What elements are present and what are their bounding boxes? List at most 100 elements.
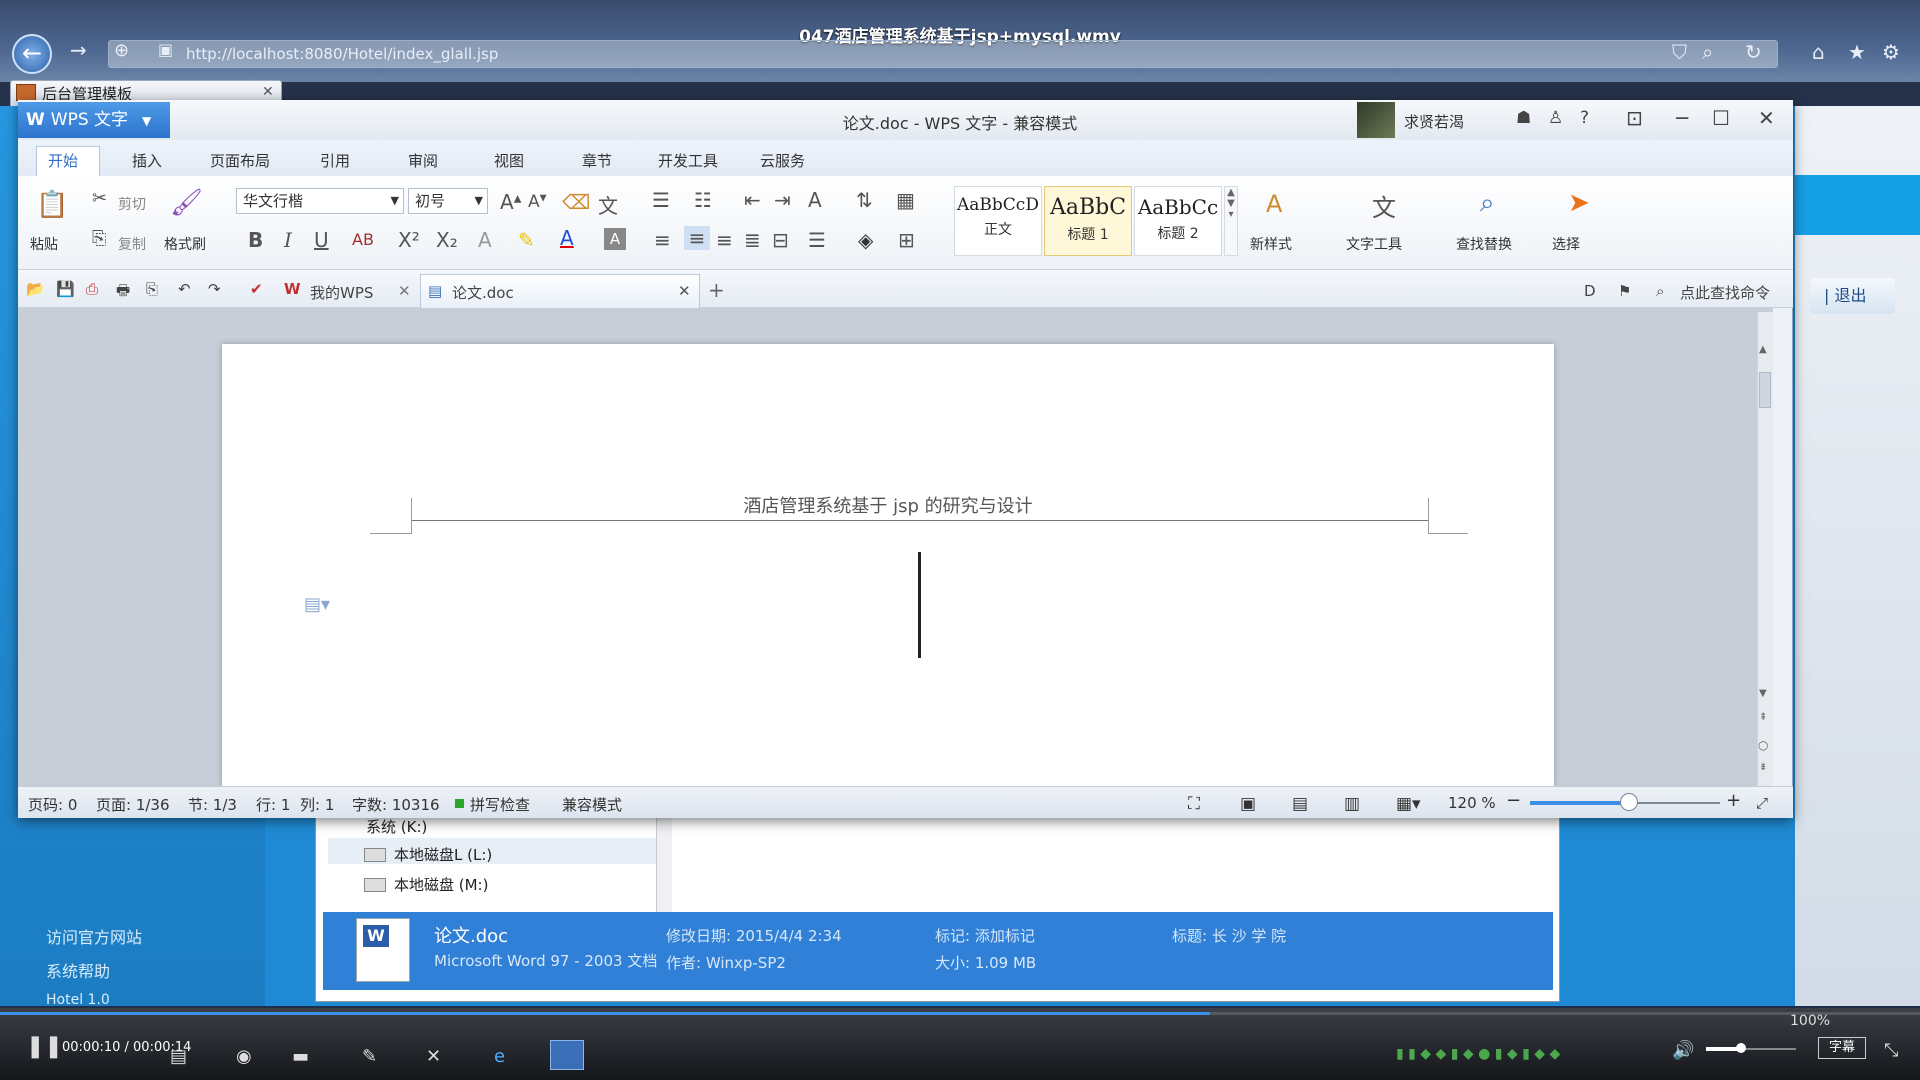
taskbar-folder-icon[interactable]: ▬: [292, 1046, 309, 1067]
tab-references[interactable]: 引用: [320, 150, 350, 171]
exit-fullscreen-icon[interactable]: ⤡: [1884, 1040, 1898, 1061]
open-icon[interactable]: 📂: [26, 280, 45, 298]
subtitle-button[interactable]: 字幕: [1818, 1037, 1866, 1059]
page-view-icon[interactable]: ▣: [1240, 794, 1256, 814]
scissors-icon[interactable]: ✂: [92, 188, 107, 209]
font-size-select[interactable]: 初号 ▼: [408, 188, 488, 214]
status-pages[interactable]: 页面: 1/36: [96, 794, 170, 815]
tab-review[interactable]: 审阅: [408, 150, 438, 171]
fullscreen-view-icon[interactable]: ⛶: [1188, 794, 1200, 814]
save-icon[interactable]: 💾: [56, 280, 75, 298]
volume-handle[interactable]: [1736, 1043, 1746, 1053]
reading-view-icon[interactable]: ▦▾: [1396, 794, 1421, 814]
style-normal[interactable]: AaBbCcD 正文: [954, 186, 1042, 256]
underline-icon[interactable]: U: [314, 228, 329, 252]
shield-icon[interactable]: ⛉: [1672, 40, 1687, 64]
search-icon[interactable]: ⌕: [1656, 282, 1664, 300]
taskbar-app-icon[interactable]: ✕: [426, 1046, 441, 1067]
close-icon[interactable]: ✕: [398, 282, 411, 300]
decrease-indent-icon[interactable]: ⇤: [744, 188, 761, 212]
browse-object-icon[interactable]: ○: [1758, 738, 1768, 752]
strikethrough-icon[interactable]: AB: [352, 230, 374, 249]
print-icon[interactable]: 🖶: [116, 280, 130, 305]
justify-icon[interactable]: ≣: [744, 228, 761, 252]
redo-icon[interactable]: ↷: [208, 280, 221, 298]
pause-icon[interactable]: ❚❚: [26, 1034, 63, 1059]
flag-icon[interactable]: ⚑: [1618, 282, 1631, 300]
add-tab-icon[interactable]: +: [708, 278, 725, 302]
forward-icon[interactable]: →: [70, 38, 87, 62]
font-color-icon[interactable]: A: [560, 226, 574, 250]
align-left-icon[interactable]: ≡: [654, 228, 671, 252]
phonetic-icon[interactable]: 文: [598, 190, 618, 219]
shrink-font-icon[interactable]: A▼: [528, 192, 547, 212]
user-name[interactable]: 求贤若渴: [1404, 111, 1464, 132]
text-tools-icon[interactable]: 文: [1372, 188, 1396, 223]
copy-button[interactable]: 复制: [118, 234, 146, 254]
highlight-icon[interactable]: ✎: [518, 228, 535, 252]
tab-view[interactable]: 视图: [494, 150, 524, 171]
find-replace-button[interactable]: 查找替换: [1456, 234, 1512, 254]
avatar[interactable]: [1357, 102, 1395, 138]
fit-window-icon[interactable]: ⤢: [1756, 794, 1768, 812]
text-effect-icon[interactable]: A: [478, 228, 492, 252]
volume-icon[interactable]: 🔊: [1672, 1040, 1694, 1061]
zoom-slider-handle[interactable]: [1620, 793, 1638, 811]
line-spacing-icon[interactable]: ☰: [808, 228, 826, 252]
preview-icon[interactable]: ⎘: [146, 280, 158, 298]
copy-icon[interactable]: ⎘: [92, 228, 106, 249]
paste-button[interactable]: 粘贴: [30, 234, 58, 254]
brush-icon[interactable]: 🖌: [170, 188, 203, 218]
paste-options-icon[interactable]: ▤▾: [304, 594, 330, 615]
prev-page-icon[interactable]: ⇞: [1759, 712, 1767, 723]
tab-chapter[interactable]: 章节: [582, 150, 612, 171]
font-name-select[interactable]: 华文行楷 ▼: [236, 188, 404, 214]
align-center-icon[interactable]: ≡: [684, 226, 710, 250]
find-replace-icon[interactable]: ⌕: [1480, 188, 1495, 219]
numbering-icon[interactable]: ☷: [694, 188, 712, 212]
scroll-up-icon[interactable]: ▲: [1759, 344, 1767, 355]
cursor-select-icon[interactable]: ➤: [1568, 188, 1590, 218]
back-icon[interactable]: ←: [12, 34, 52, 74]
drive-k[interactable]: 系统 (K:): [366, 816, 427, 837]
home-icon[interactable]: ⌂: [1812, 40, 1825, 64]
drive-l[interactable]: 本地磁盘L (L:): [394, 844, 492, 865]
tab-home[interactable]: 开始: [48, 150, 78, 171]
tab-page-layout[interactable]: 页面布局: [210, 150, 270, 171]
drive-m[interactable]: 本地磁盘 (M:): [394, 874, 488, 895]
file-tag[interactable]: 标记: 添加标记: [935, 925, 1035, 946]
maximize-icon[interactable]: ☐: [1712, 106, 1730, 130]
char-shading-icon[interactable]: A: [604, 228, 626, 250]
italic-icon[interactable]: I: [284, 228, 292, 252]
text-tools-button[interactable]: 文字工具: [1346, 234, 1402, 254]
taskbar-app-icon[interactable]: ✎: [362, 1046, 377, 1067]
zoom-level[interactable]: 120 %: [1448, 794, 1496, 812]
taskbar-ie-icon[interactable]: e: [494, 1046, 505, 1067]
fill-icon[interactable]: ◈: [858, 228, 873, 252]
exit-button[interactable]: | 退出: [1810, 278, 1895, 314]
bold-icon[interactable]: B: [248, 228, 263, 252]
scroll-down-icon[interactable]: ▼: [1759, 688, 1767, 699]
tab-cloud[interactable]: 云服务: [760, 150, 805, 171]
star-icon[interactable]: ★: [1848, 40, 1866, 64]
add-icon[interactable]: ⊕: [114, 40, 129, 61]
restore-panel-icon[interactable]: ⊡: [1626, 106, 1643, 130]
taskbar-active-app[interactable]: [550, 1040, 584, 1070]
subscript-icon[interactable]: X₂: [436, 228, 458, 252]
page-header-text[interactable]: 酒店管理系统基于 jsp 的研究与设计: [222, 492, 1554, 518]
close-window-icon[interactable]: ✕: [1758, 106, 1775, 130]
d-icon[interactable]: D: [1584, 282, 1596, 300]
skin-icon[interactable]: ☗: [1516, 108, 1531, 128]
status-word-count[interactable]: 字数: 10316: [352, 794, 440, 815]
tab-developer[interactable]: 开发工具: [658, 150, 718, 171]
pdf-icon[interactable]: ⎙: [86, 280, 98, 298]
table-icon[interactable]: ▦: [896, 188, 915, 212]
my-wps-tab[interactable]: 我的WPS: [310, 282, 373, 303]
close-icon[interactable]: ✕: [678, 282, 691, 300]
tab-insert[interactable]: 插入: [132, 150, 162, 171]
superscript-icon[interactable]: X²: [398, 228, 420, 252]
taskbar-app-icon[interactable]: ▤: [170, 1046, 187, 1067]
select-button[interactable]: 选择: [1552, 234, 1580, 254]
command-search[interactable]: 点此查找命令: [1680, 282, 1770, 303]
web-view-icon[interactable]: ▥: [1344, 794, 1360, 814]
